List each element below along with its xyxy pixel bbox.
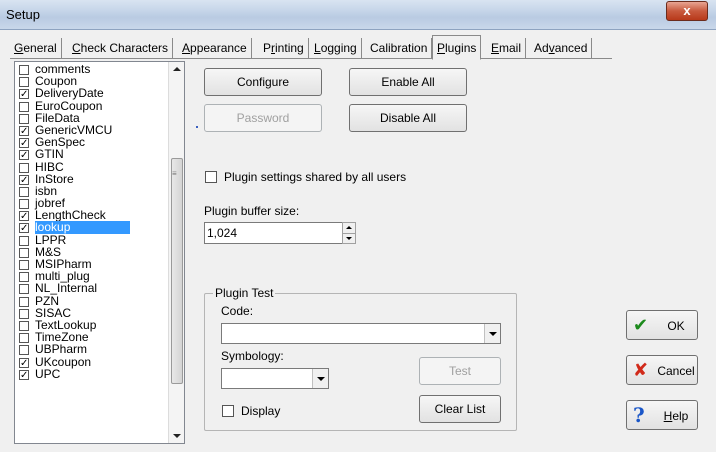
tab-check-characters[interactable]: Check Characters: [68, 38, 174, 59]
plugin-checkbox[interactable]: [19, 320, 29, 331]
checkmark-icon: ✓: [20, 125, 29, 137]
focus-dot: [196, 126, 198, 128]
cancel-label: Cancel: [657, 364, 695, 378]
plugin-checkbox[interactable]: [19, 272, 29, 283]
plugin-checkbox[interactable]: [19, 247, 29, 258]
tab-email[interactable]: Email: [487, 38, 527, 59]
plugin-checkbox[interactable]: [19, 345, 29, 356]
disable-all-button[interactable]: Disable All: [349, 104, 467, 132]
close-button[interactable]: x: [666, 1, 708, 21]
enable-all-button[interactable]: Enable All: [349, 68, 467, 96]
cancel-button[interactable]: ✘ Cancel: [626, 355, 698, 385]
code-dropdown-button[interactable]: [484, 324, 500, 343]
test-button[interactable]: Test: [419, 357, 501, 385]
plugin-list-item[interactable]: ✓ UPC: [15, 366, 168, 381]
checkmark-icon: ✓: [20, 357, 29, 369]
scroll-thumb[interactable]: [171, 158, 183, 384]
plugin-checkbox[interactable]: [19, 308, 29, 319]
tab-printing[interactable]: Printing: [259, 38, 309, 59]
plugin-checkbox[interactable]: [19, 333, 29, 344]
plugin-checkbox[interactable]: [19, 260, 29, 270]
plugin-list-scrollbar[interactable]: ≡: [168, 62, 184, 443]
buffer-size-label: Plugin buffer size:: [204, 204, 300, 218]
checkmark-icon: ✓: [20, 89, 29, 101]
tab-logging[interactable]: Logging: [310, 38, 362, 59]
plugin-name-label: UPC: [35, 366, 61, 381]
plugin-checkbox[interactable]: ✓: [19, 223, 29, 235]
tab-advanced[interactable]: Advanced: [530, 38, 593, 59]
chevron-down-icon: [317, 377, 325, 381]
buffer-size-value: 1,024: [207, 226, 238, 240]
tab-appearance[interactable]: Appearance: [178, 38, 252, 59]
buffer-size-field[interactable]: 1,024: [204, 222, 344, 244]
scroll-down-arrow-icon[interactable]: [173, 434, 181, 438]
spin-down-icon[interactable]: [346, 237, 352, 240]
checkmark-icon: ✓: [20, 223, 29, 235]
plugin-checkbox[interactable]: ✓: [19, 369, 29, 381]
help-button[interactable]: ? Help: [626, 400, 698, 430]
plugin-checkbox[interactable]: [19, 296, 29, 307]
plugin-checkbox[interactable]: [19, 199, 29, 210]
plugin-checkbox[interactable]: ✓: [19, 357, 29, 369]
title-bar: Setup x: [0, 0, 716, 30]
plugin-checkbox[interactable]: ✓: [19, 125, 29, 137]
shared-settings-checkbox[interactable]: [205, 171, 217, 183]
symbology-label: Symbology:: [221, 349, 284, 363]
plugin-checklist[interactable]: comments Coupon ✓ DeliveryDate EuroCoupon Fil…: [14, 61, 185, 444]
plugin-checkbox[interactable]: [19, 284, 29, 295]
configure-button[interactable]: Configure: [204, 68, 322, 96]
tab-bar: General Check Characters Appearance Prin…: [10, 35, 612, 60]
plugin-checkbox[interactable]: ✓: [19, 138, 29, 150]
display-label: Display: [241, 404, 281, 418]
plugin-checkbox[interactable]: ✓: [19, 211, 29, 223]
help-label: Help: [663, 409, 689, 423]
chevron-down-icon: [489, 332, 497, 336]
plugin-checkbox[interactable]: [19, 77, 29, 88]
ok-button[interactable]: ✔ OK: [626, 310, 698, 340]
plugin-checkbox[interactable]: [19, 162, 29, 173]
clear-list-button[interactable]: Clear List: [419, 395, 501, 423]
display-checkbox[interactable]: [222, 405, 234, 417]
tab-general[interactable]: General: [10, 38, 62, 59]
checkmark-icon: ✓: [20, 211, 29, 223]
code-combo[interactable]: [221, 323, 501, 344]
tab-calibration[interactable]: Calibration: [366, 38, 433, 59]
password-button[interactable]: Password: [204, 104, 322, 132]
plugin-checkbox[interactable]: [19, 235, 29, 246]
spin-up-icon[interactable]: [346, 226, 352, 229]
plugin-checkbox[interactable]: [19, 65, 29, 75]
symbology-dropdown-button[interactable]: [312, 369, 328, 388]
plugin-checkbox[interactable]: ✓: [19, 150, 29, 162]
x-icon: ✘: [633, 360, 649, 380]
plugin-checkbox[interactable]: [19, 113, 29, 124]
checkmark-icon: ✓: [20, 174, 29, 186]
code-label: Code:: [221, 304, 254, 318]
plugin-test-legend: Plugin Test: [213, 286, 276, 300]
shared-settings-label: Plugin settings shared by all users: [224, 170, 407, 184]
checkmark-icon: ✓: [20, 150, 29, 162]
plugin-checkbox[interactable]: ✓: [19, 89, 29, 101]
plugin-checkbox[interactable]: [19, 186, 29, 197]
question-icon: ?: [633, 403, 645, 427]
check-icon: ✔: [633, 315, 649, 335]
symbology-combo[interactable]: [221, 368, 329, 389]
plugin-checkbox[interactable]: ✓: [19, 174, 29, 186]
plugin-checkbox[interactable]: [19, 101, 29, 112]
ok-label: OK: [667, 319, 685, 333]
checkmark-icon: ✓: [20, 138, 29, 150]
close-icon: x: [683, 3, 691, 18]
tab-plugins[interactable]: Plugins: [432, 35, 482, 60]
scroll-grip-icon: ≡: [172, 169, 177, 178]
checkmark-icon: ✓: [20, 369, 29, 381]
buffer-size-spinner[interactable]: [342, 222, 356, 244]
window-title: Setup: [6, 7, 40, 22]
scroll-up-arrow-icon[interactable]: [173, 67, 181, 71]
